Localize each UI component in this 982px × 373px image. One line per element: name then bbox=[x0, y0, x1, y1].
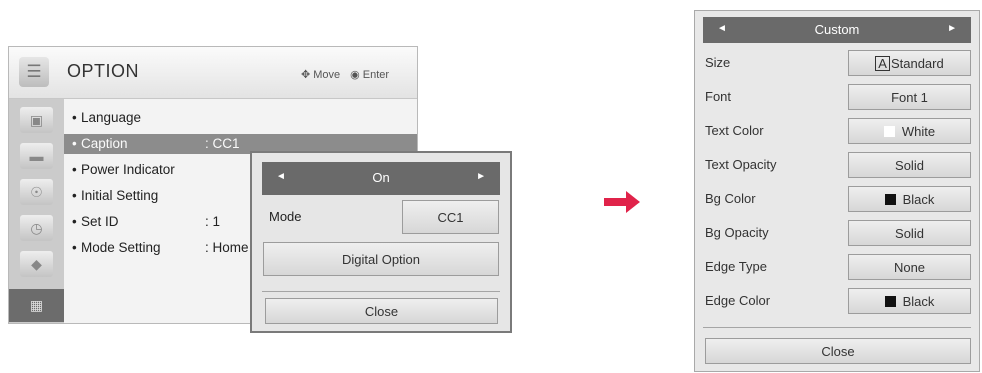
setting-row-size: Size A Standard bbox=[705, 50, 971, 76]
size-sample-icon: A bbox=[875, 55, 890, 71]
caption-selector[interactable]: ◄ On ► bbox=[262, 162, 500, 195]
menu-item-label: Power Indicator bbox=[81, 162, 175, 177]
setting-label: Bg Color bbox=[705, 191, 756, 206]
navigation-hint: ✥ Move ◉ Enter bbox=[301, 68, 390, 82]
menu-item-label: Mode Setting bbox=[81, 240, 161, 255]
menu-item-label: Initial Setting bbox=[81, 188, 159, 203]
setting-row-bg-color: Bg Color Black bbox=[705, 186, 971, 212]
text-color-button[interactable]: White bbox=[848, 118, 971, 144]
caption-selector-value: On bbox=[372, 170, 390, 185]
menu-item-value: : CC1 bbox=[205, 136, 240, 151]
setting-label: Edge Color bbox=[705, 293, 771, 308]
option-icon[interactable]: ▦ bbox=[9, 289, 64, 322]
menu-item-language[interactable]: • Language bbox=[64, 108, 417, 128]
white-swatch-icon bbox=[883, 125, 895, 137]
lock-icon[interactable]: ◆ bbox=[20, 251, 53, 277]
setting-label: Bg Opacity bbox=[705, 225, 769, 240]
divider bbox=[262, 291, 500, 292]
arrow-right-icon[interactable]: ► bbox=[476, 171, 486, 182]
setting-label: Text Opacity bbox=[705, 157, 777, 172]
setting-label: Edge Type bbox=[705, 259, 767, 274]
setting-label: Text Color bbox=[705, 123, 764, 138]
time-icon[interactable]: ◷ bbox=[20, 215, 53, 241]
option-menu-title: OPTION bbox=[67, 61, 140, 81]
bg-opacity-button[interactable]: Solid bbox=[848, 220, 971, 246]
ok-button-icon: ◉ bbox=[350, 69, 360, 81]
category-sidebar: ▣ ▬ ☉ ◷ ◆ ▦ bbox=[9, 99, 64, 323]
bg-color-button[interactable]: Black bbox=[848, 186, 971, 212]
arrow-right-icon bbox=[604, 191, 640, 213]
picture-icon[interactable]: ▣ bbox=[20, 107, 53, 133]
black-swatch-icon bbox=[884, 193, 896, 205]
setting-row-font: Font Font 1 bbox=[705, 84, 971, 110]
setting-label: Size bbox=[705, 55, 731, 70]
setting-row-text-color: Text Color White bbox=[705, 118, 971, 144]
menu-item-label: Language bbox=[81, 110, 142, 125]
divider bbox=[703, 327, 971, 328]
arrow-right-icon[interactable]: ► bbox=[947, 23, 957, 34]
custom-caption-panel: ◄ Custom ► Size A Standard Font Font 1 Te… bbox=[694, 10, 980, 372]
dpad-icon: ✥ bbox=[301, 69, 311, 81]
setting-row-edge-type: Edge Type None bbox=[705, 254, 971, 280]
edge-type-button[interactable]: None bbox=[848, 254, 971, 280]
close-button[interactable]: Close bbox=[705, 338, 971, 364]
enter-hint: ◉ Enter bbox=[350, 68, 390, 82]
menu-item-value: : Home bbox=[205, 240, 249, 255]
setting-label: Font bbox=[705, 89, 732, 104]
menu-item-label: Set ID bbox=[81, 214, 119, 229]
font-button[interactable]: Font 1 bbox=[848, 84, 971, 110]
close-button[interactable]: Close bbox=[265, 298, 498, 324]
caption-style-selector[interactable]: ◄ Custom ► bbox=[703, 17, 971, 43]
sound-icon[interactable]: ☉ bbox=[20, 179, 53, 205]
digital-option-button[interactable]: Digital Option bbox=[263, 242, 499, 276]
black-swatch-icon bbox=[884, 295, 896, 307]
menu-item-label: Caption bbox=[81, 136, 128, 151]
move-hint: ✥ Move bbox=[301, 68, 341, 82]
setting-row-edge-color: Edge Color Black bbox=[705, 288, 971, 314]
setting-row-text-opacity: Text Opacity Solid bbox=[705, 152, 971, 178]
size-button[interactable]: A Standard bbox=[848, 50, 971, 76]
mode-button[interactable]: CC1 bbox=[402, 200, 499, 234]
menu-item-value: : 1 bbox=[205, 214, 221, 229]
caption-popup: ◄ On ► Mode CC1 Digital Option Close bbox=[250, 151, 512, 333]
toolbox-icon: ☰ bbox=[19, 57, 49, 87]
mode-label: Mode bbox=[269, 209, 302, 224]
option-menu-header: ☰ OPTION ✥ Move ◉ Enter bbox=[9, 47, 417, 99]
screen-icon[interactable]: ▬ bbox=[20, 143, 53, 169]
caption-style-value: Custom bbox=[814, 22, 860, 37]
text-opacity-button[interactable]: Solid bbox=[848, 152, 971, 178]
setting-row-bg-opacity: Bg Opacity Solid bbox=[705, 220, 971, 246]
edge-color-button[interactable]: Black bbox=[848, 288, 971, 314]
